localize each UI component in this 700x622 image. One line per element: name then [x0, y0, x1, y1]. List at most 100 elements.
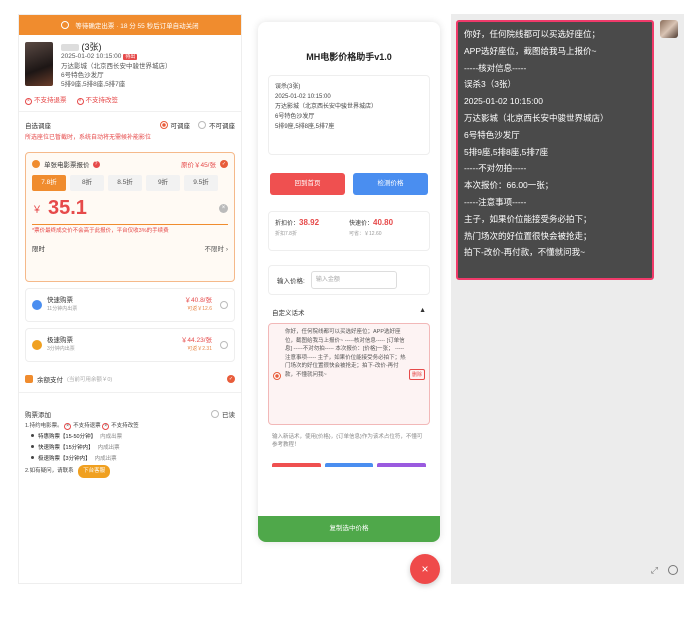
discount-option[interactable]: 9.5折 — [184, 175, 218, 191]
time-limit-label: 限时 — [32, 246, 45, 253]
expand-icon[interactable]: ⤢ — [651, 565, 658, 576]
x-circle-icon: × — [25, 97, 32, 105]
custom-script-title: 自定义话术 — [272, 310, 305, 317]
new-script-input[interactable]: 输入新话术，使用{价格}，{订单信息}作为该术占位符，不懂可参考教程！ — [272, 433, 426, 449]
order-hall: 6号特色沙发厅 — [61, 72, 104, 79]
discount-option[interactable]: 9折 — [146, 175, 180, 191]
avatar[interactable] — [660, 20, 678, 38]
balance-label: 余额支付 — [37, 377, 63, 384]
countdown-text: 等待确定出票 · 18 分 55 秒后订单自动关闭 — [75, 23, 199, 30]
option-price: ￥40.8/张 — [184, 297, 212, 304]
contact-service-button[interactable]: 下台客服 — [78, 465, 111, 478]
buy-rule-2: 2.如有疑问，请联系 下台客服 — [19, 465, 241, 478]
chevron-right-icon: › — [225, 246, 228, 253]
price-note: *票价最终成交价不会高于此报价，平台仅收3%的手续费 — [32, 228, 169, 234]
seat-adjust-row: 自选调座 可调座 不可调座 — [19, 118, 241, 132]
message-line: 2025-01-02 10:15:00 — [464, 96, 543, 107]
option-title: 极速购票 — [47, 337, 73, 344]
message-line: 万达影城（北京西长安中骏世界城店） — [464, 112, 609, 123]
stub-button[interactable] — [377, 463, 427, 467]
script-text: 你好，任何院线都可以买选好座位；APP选好座位，截图给我马上报价~ -----核… — [285, 329, 406, 378]
rule-no-change: 不支持改签 — [85, 96, 119, 104]
buy-add-row: 购票添加 已读 — [19, 407, 241, 421]
balance-pay-row[interactable]: 余额支付 (当前可用余额￥0) ✓ — [19, 372, 241, 386]
stub-button[interactable] — [272, 463, 321, 467]
price-assistant-panel: MH电影价格助手v1.0 误杀(3张) 2025-01-02 10:15:00 … — [258, 22, 440, 542]
radio-not-adjustable-label: 不可调座 — [209, 123, 235, 130]
custom-script-header[interactable]: 自定义话术 ▲ — [272, 307, 426, 317]
radio-adjustable[interactable] — [159, 121, 168, 129]
price-value[interactable]: 35.1 — [48, 197, 87, 220]
seat-adjust-label: 自选调座 — [25, 123, 51, 130]
radio-adjustable-label: 可调座 — [170, 123, 191, 130]
price-input[interactable]: ￥ 35.1 × — [26, 191, 234, 220]
discount-option[interactable]: 7.8折 — [32, 175, 66, 191]
card-line: 2025-01-02 10:15:00 — [275, 94, 331, 100]
option-express[interactable]: 极速购票 3分钟内出票 ￥44.23/张可返￥2.31 — [25, 328, 235, 362]
discount-price: 38.92 — [299, 218, 320, 227]
option-return: 可返￥2.31 — [187, 346, 212, 352]
card-line: 万达影城（北京西长安中骏世界城店） — [275, 104, 378, 110]
check-icon: ✓ — [220, 160, 228, 168]
script-item[interactable]: 你好，任何院线都可以买选好座位；APP选好座位，截图给我马上报价~ -----核… — [268, 323, 430, 425]
collapse-triangle-icon[interactable]: ▲ — [419, 307, 426, 317]
message-line: -----注意事项----- — [464, 196, 527, 207]
radio-option-fast[interactable] — [220, 301, 228, 309]
wallet-icon — [25, 375, 33, 383]
more-buttons — [272, 463, 427, 467]
original-price: 原价￥45/张 — [180, 162, 216, 169]
buy-rule-1: 1.持约电影票。 × 不支持退票 × 不支持改签 — [25, 423, 139, 430]
clear-icon[interactable]: × — [219, 204, 228, 213]
time-limit-row[interactable]: 限时 不限时 › — [26, 235, 234, 253]
x-circle-icon: × — [102, 423, 110, 430]
price-input-field[interactable]: 输入金额 — [310, 271, 397, 289]
order-summary: (3张) 2025-01-02 10:15:00 待出 万达影城（北京西长安中骏世… — [19, 35, 241, 93]
option-sub: 3分钟内出票 — [47, 346, 75, 352]
chat-message-bubble[interactable]: 你好，任何院线都可以买选好座位； APP选好座位，截图给我马上报价~ -----… — [456, 20, 654, 280]
time-limit-value: 不限时 — [204, 246, 225, 253]
blurred-title — [61, 44, 79, 52]
option-fast[interactable]: 快速购票 11分钟内出票 ￥40.8/张 可返￥12.6 — [25, 288, 235, 322]
order-panel: 等待确定出票 · 18 分 55 秒后订单自动关闭 (3张) 2025-01-0… — [18, 14, 242, 584]
radio-read[interactable] — [211, 410, 219, 418]
seat-warning: 所选座位已暂截时，系统自动将无需候补能影位 — [25, 135, 152, 141]
x-circle-icon: × — [64, 423, 72, 430]
stub-button[interactable] — [324, 463, 374, 467]
card-line: 5排9座,5排8座,5排7座 — [275, 124, 335, 130]
radio-not-adjustable[interactable] — [198, 121, 206, 129]
list-item: 快速购票【15分钟内】 内成出票 — [19, 443, 241, 454]
card-line: 误杀(3张) — [275, 84, 301, 90]
message-line: 误杀3（3张） — [464, 79, 516, 90]
back-home-button[interactable]: 回到首页 — [270, 173, 345, 195]
movie-poster — [25, 42, 53, 86]
message-line: 5排9座,5排8座,5排7座 — [464, 146, 549, 157]
check-icon[interactable]: ✓ — [227, 375, 235, 383]
fast-price: 40.80 — [373, 218, 394, 227]
clock-icon — [61, 21, 70, 29]
quote-card[interactable]: 单张电影票报价 ? 原价￥45/张 ✓ 7.8折 8折 8.5折 9折 9.5折… — [25, 152, 235, 282]
price-input-label: 输入价格: — [277, 278, 305, 285]
delete-script-button[interactable]: 删除 — [408, 368, 425, 380]
refund-rules: × 不支持退票 × 不支持改签 — [19, 93, 241, 105]
option-price: ￥44.23/张 — [180, 337, 212, 344]
lightning-icon — [32, 300, 42, 310]
history-clock-icon[interactable] — [668, 565, 678, 575]
rocket-icon — [32, 340, 42, 350]
discount-option[interactable]: 8.5折 — [108, 175, 142, 191]
radio-option-express[interactable] — [220, 341, 228, 349]
copy-selected-price-button[interactable]: 复制选中价格 — [258, 516, 440, 542]
order-seats: 5排9座,5排8座,5排7座 — [61, 81, 126, 88]
message-line: 你好，任何院线都可以买选好座位； — [464, 29, 601, 39]
rule-no-refund: 不支持退票 — [34, 96, 67, 104]
card-line: 6号特色沙发厅 — [275, 114, 315, 120]
currency-symbol: ￥ — [32, 205, 42, 216]
balance-sub: (当前可用余额￥0) — [67, 377, 113, 383]
close-fab-button[interactable]: × — [410, 554, 440, 584]
radio-script-selected[interactable] — [273, 372, 281, 380]
order-info-card: 误杀(3张) 2025-01-02 10:15:00 万达影城（北京西长安中骏世… — [268, 75, 430, 155]
discount-option[interactable]: 8折 — [70, 175, 104, 191]
option-sub: 11分钟内出票 — [47, 306, 78, 312]
order-datetime: 2025-01-02 10:15:00 — [61, 53, 122, 60]
help-icon[interactable]: ? — [92, 160, 100, 168]
check-price-button[interactable]: 检测价格 — [353, 173, 428, 195]
